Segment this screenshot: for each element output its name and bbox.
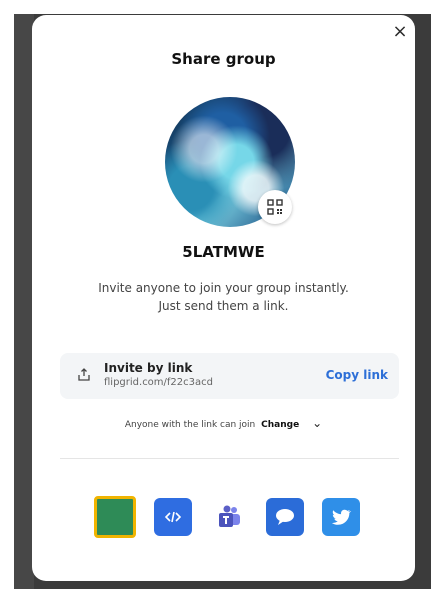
invite-by-link-panel: Invite by link flipgrid.com/f22c3acd Cop… bbox=[60, 353, 399, 399]
invite-link-url: flipgrid.com/f22c3acd bbox=[104, 377, 213, 388]
share-group-dialog: × Share group 5LATMWE Invite anyone to j… bbox=[32, 15, 415, 581]
chevron-down-icon[interactable]: ⌄ bbox=[312, 416, 322, 430]
webex-chat-icon bbox=[276, 509, 294, 525]
group-code: 5LATMWE bbox=[182, 243, 265, 261]
embed-code-icon bbox=[164, 511, 182, 523]
dialog-title: Share group bbox=[171, 50, 276, 68]
description-line: Just send them a link. bbox=[158, 299, 289, 313]
copy-link-button[interactable]: Copy link bbox=[326, 368, 388, 382]
share-targets bbox=[94, 496, 360, 538]
link-access-setting: Anyone with the link can join Change ⌄ bbox=[32, 416, 415, 430]
description-line: Invite anyone to join your group instant… bbox=[98, 281, 349, 295]
microsoft-teams-button[interactable] bbox=[210, 498, 248, 536]
change-access-button[interactable]: Change bbox=[261, 420, 299, 430]
twitter-icon bbox=[331, 509, 352, 525]
access-text: Anyone with the link can join bbox=[124, 420, 256, 430]
group-avatar bbox=[165, 97, 295, 227]
twitter-share-button[interactable] bbox=[322, 498, 360, 536]
invite-description: Invite anyone to join your group instant… bbox=[76, 279, 371, 315]
microsoft-teams-icon bbox=[219, 505, 240, 527]
qr-code-button[interactable] bbox=[258, 190, 292, 224]
webex-chat-button[interactable] bbox=[266, 498, 304, 536]
close-icon: × bbox=[392, 21, 408, 42]
qr-code-icon bbox=[267, 199, 283, 215]
backdrop-edge bbox=[14, 14, 34, 589]
divider bbox=[60, 458, 399, 459]
close-button[interactable]: × bbox=[391, 23, 409, 41]
classroom-share-button[interactable] bbox=[94, 496, 136, 538]
invite-by-link-label: Invite by link bbox=[104, 361, 193, 375]
embed-code-button[interactable] bbox=[154, 498, 192, 536]
share-upload-icon bbox=[77, 368, 91, 382]
